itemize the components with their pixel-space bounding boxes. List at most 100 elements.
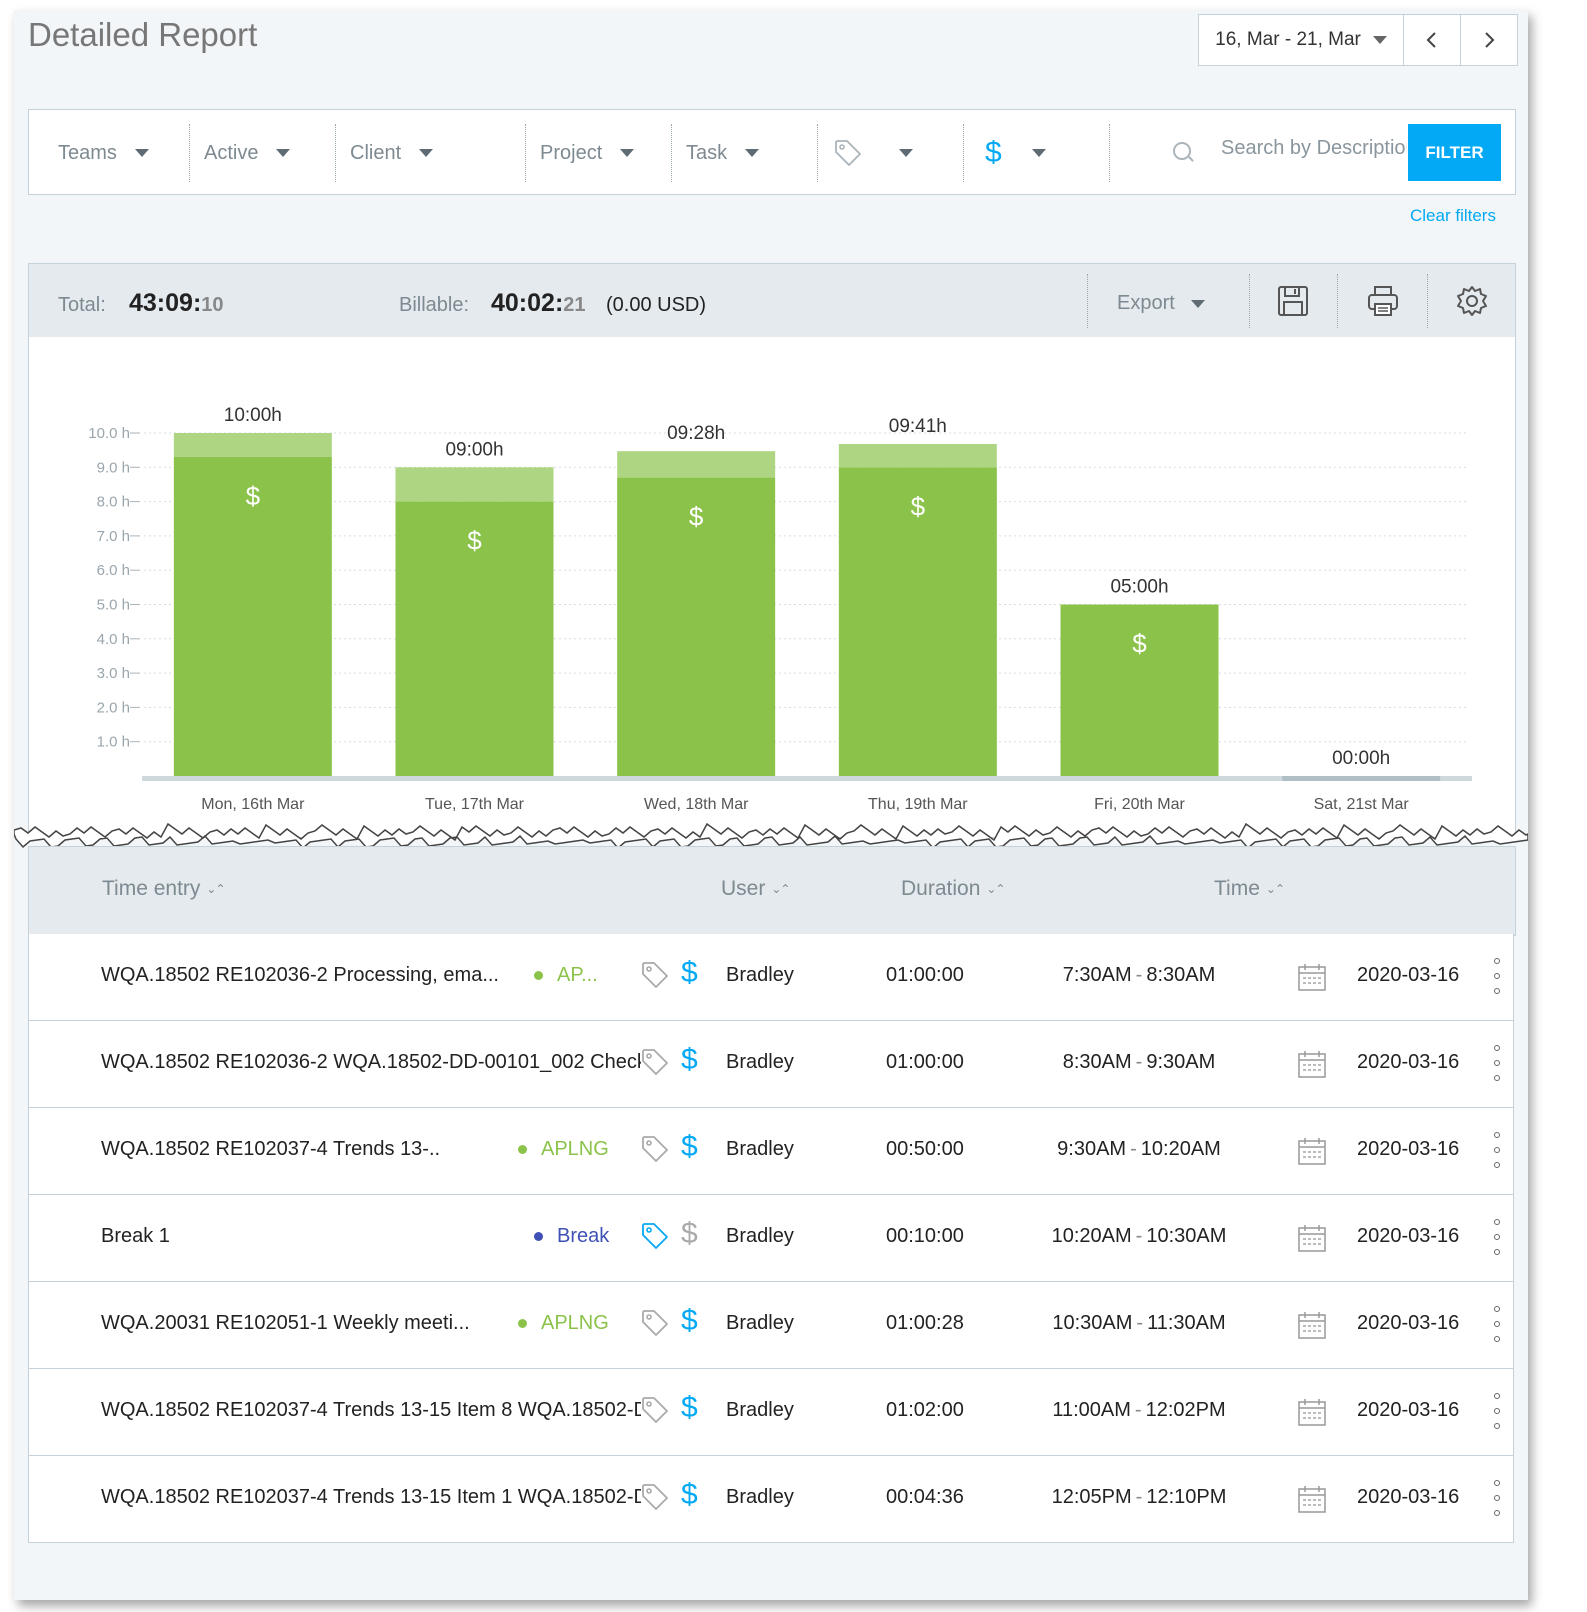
billable-dollar-icon[interactable]: $ — [681, 1130, 698, 1164]
calendar-icon[interactable] — [1297, 1484, 1327, 1514]
user-name[interactable]: Bradley — [726, 964, 794, 987]
save-icon[interactable] — [1276, 284, 1310, 318]
entry-date[interactable]: 2020-03-16 — [1357, 1138, 1459, 1161]
time-range[interactable]: 12:05PM -12:10PM — [1019, 1486, 1259, 1509]
entry-duration[interactable]: 01:02:00 — [886, 1399, 964, 1422]
time-range[interactable]: 7:30AM -8:30AM — [1019, 964, 1259, 987]
table-row[interactable]: WQA.18502 RE102037-4 Trends 13-15 Item 1… — [28, 1456, 1514, 1543]
project-label[interactable]: APLNG — [518, 1312, 609, 1335]
entry-duration[interactable]: 00:50:00 — [886, 1138, 964, 1161]
calendar-icon[interactable] — [1297, 1136, 1327, 1166]
entry-description[interactable]: WQA.18502 RE102037-4 Trends 13-15 Item 1… — [101, 1486, 641, 1509]
column-header-time-entry[interactable]: Time entry ⌄⌃ — [102, 877, 226, 901]
tag-filter[interactable] — [833, 124, 913, 182]
entry-date[interactable]: 2020-03-16 — [1357, 1312, 1459, 1335]
print-icon[interactable] — [1366, 284, 1400, 318]
start-time: 9:30AM — [1057, 1138, 1127, 1160]
tag-icon[interactable] — [640, 1221, 670, 1251]
next-week-button[interactable] — [1460, 15, 1517, 65]
table-row[interactable]: WQA.18502 RE102037-4 Trends 13-... APLNG $… — [28, 1108, 1514, 1195]
toolbar-divider — [1427, 274, 1428, 328]
billable-dollar-icon[interactable]: $ — [681, 1304, 698, 1338]
duration-header-label: Duration — [901, 877, 981, 900]
project-label[interactable]: AP... — [534, 964, 598, 987]
user-name[interactable]: Bradley — [726, 1225, 794, 1248]
billable-dollar-icon[interactable]: $ — [681, 1043, 698, 1077]
user-name[interactable]: Bradley — [726, 1138, 794, 1161]
user-name[interactable]: Bradley — [726, 1312, 794, 1335]
billable-dollar-icon[interactable]: $ — [681, 956, 698, 990]
billable-dollar-icon[interactable]: $ — [681, 1217, 698, 1251]
tag-icon[interactable] — [640, 1482, 670, 1512]
column-header-duration[interactable]: Duration ⌄⌃ — [901, 877, 1006, 901]
table-row[interactable]: WQA.20031 RE102051-1 Weekly meeti... APLN… — [28, 1282, 1514, 1369]
entry-duration[interactable]: 01:00:00 — [886, 1051, 964, 1074]
more-options-icon[interactable] — [1492, 1306, 1502, 1342]
user-name[interactable]: Bradley — [726, 1486, 794, 1509]
entry-duration[interactable]: 01:00:00 — [886, 964, 964, 987]
more-options-icon[interactable] — [1492, 1480, 1502, 1516]
client-filter[interactable]: Client — [350, 124, 434, 182]
entry-description[interactable]: Break 1 — [101, 1225, 301, 1248]
table-row[interactable]: WQA.18502 RE102036-2 WQA.18502-DD-00101_… — [28, 1021, 1514, 1108]
y-tick-label: 4.0 h — [97, 631, 130, 648]
calendar-icon[interactable] — [1297, 962, 1327, 992]
billable-dollar-icon[interactable]: $ — [681, 1391, 698, 1425]
column-header-time[interactable]: Time ⌄⌃ — [1214, 877, 1285, 901]
more-options-icon[interactable] — [1492, 958, 1502, 994]
settings-icon[interactable] — [1455, 284, 1489, 318]
entry-description[interactable]: WQA.18502 RE102037-4 Trends 13-15 Item 8… — [101, 1399, 641, 1422]
time-range[interactable]: 11:00AM -12:02PM — [1019, 1399, 1259, 1422]
calendar-icon[interactable] — [1297, 1223, 1327, 1253]
entry-date[interactable]: 2020-03-16 — [1357, 1225, 1459, 1248]
export-dropdown[interactable]: Export — [1117, 292, 1205, 315]
status-filter[interactable]: Active — [204, 124, 291, 182]
entry-duration[interactable]: 00:04:36 — [886, 1486, 964, 1509]
billable-filter[interactable]: $ — [985, 124, 1046, 182]
tag-icon[interactable] — [640, 1047, 670, 1077]
calendar-icon[interactable] — [1297, 1310, 1327, 1340]
entry-description[interactable]: WQA.18502 RE102036-2 WQA.18502-DD-00101_… — [101, 1051, 641, 1074]
more-options-icon[interactable] — [1492, 1045, 1502, 1081]
entry-duration[interactable]: 00:10:00 — [886, 1225, 964, 1248]
table-row[interactable]: Break 1 Break $ Bradley 00:10:00 10:20AM -10:3… — [28, 1195, 1514, 1282]
calendar-icon[interactable] — [1297, 1049, 1327, 1079]
column-header-user[interactable]: User ⌄⌃ — [721, 877, 790, 901]
time-range[interactable]: 10:30AM -11:30AM — [1019, 1312, 1259, 1335]
entry-duration[interactable]: 01:00:28 — [886, 1312, 964, 1335]
task-filter[interactable]: Task — [686, 124, 760, 182]
project-label[interactable]: APLNG — [518, 1138, 609, 1161]
billable-dollar-icon[interactable]: $ — [681, 1478, 698, 1512]
user-name[interactable]: Bradley — [726, 1399, 794, 1422]
entry-description[interactable]: WQA.18502 RE102036-2 Processing, ema... — [101, 964, 501, 987]
entry-description[interactable]: WQA.18502 RE102037-4 Trends 13-... — [101, 1138, 441, 1161]
entry-date[interactable]: 2020-03-16 — [1357, 1486, 1459, 1509]
entry-date[interactable]: 2020-03-16 — [1357, 964, 1459, 987]
entry-description[interactable]: WQA.20031 RE102051-1 Weekly meeti... — [101, 1312, 471, 1335]
entry-date[interactable]: 2020-03-16 — [1357, 1399, 1459, 1422]
date-range-dropdown[interactable]: 16, Mar - 21, Mar — [1199, 15, 1404, 65]
tag-icon[interactable] — [640, 1308, 670, 1338]
teams-filter[interactable]: Teams — [58, 124, 149, 182]
more-options-icon[interactable] — [1492, 1132, 1502, 1168]
more-options-icon[interactable] — [1492, 1393, 1502, 1429]
tag-icon[interactable] — [640, 960, 670, 990]
time-range[interactable]: 10:20AM -10:30AM — [1019, 1225, 1259, 1248]
tag-icon[interactable] — [640, 1134, 670, 1164]
project-label[interactable]: Break — [534, 1225, 609, 1248]
calendar-icon[interactable] — [1297, 1397, 1327, 1427]
previous-week-button[interactable] — [1404, 15, 1460, 65]
entry-date[interactable]: 2020-03-16 — [1357, 1051, 1459, 1074]
time-range[interactable]: 9:30AM -10:20AM — [1019, 1138, 1259, 1161]
user-name[interactable]: Bradley — [726, 1051, 794, 1074]
table-row[interactable]: WQA.18502 RE102037-4 Trends 13-15 Item 8… — [28, 1369, 1514, 1456]
tag-icon[interactable] — [640, 1395, 670, 1425]
clear-filters-link[interactable]: Clear filters — [1410, 206, 1496, 226]
search-input[interactable] — [1219, 136, 1409, 161]
more-options-icon[interactable] — [1492, 1219, 1502, 1255]
filter-button[interactable]: FILTER — [1408, 124, 1501, 181]
time-range[interactable]: 8:30AM -9:30AM — [1019, 1051, 1259, 1074]
y-tick-label: 5.0 h — [97, 597, 130, 614]
project-filter[interactable]: Project — [540, 124, 635, 182]
table-row[interactable]: WQA.18502 RE102036-2 Processing, ema... A… — [28, 934, 1514, 1021]
